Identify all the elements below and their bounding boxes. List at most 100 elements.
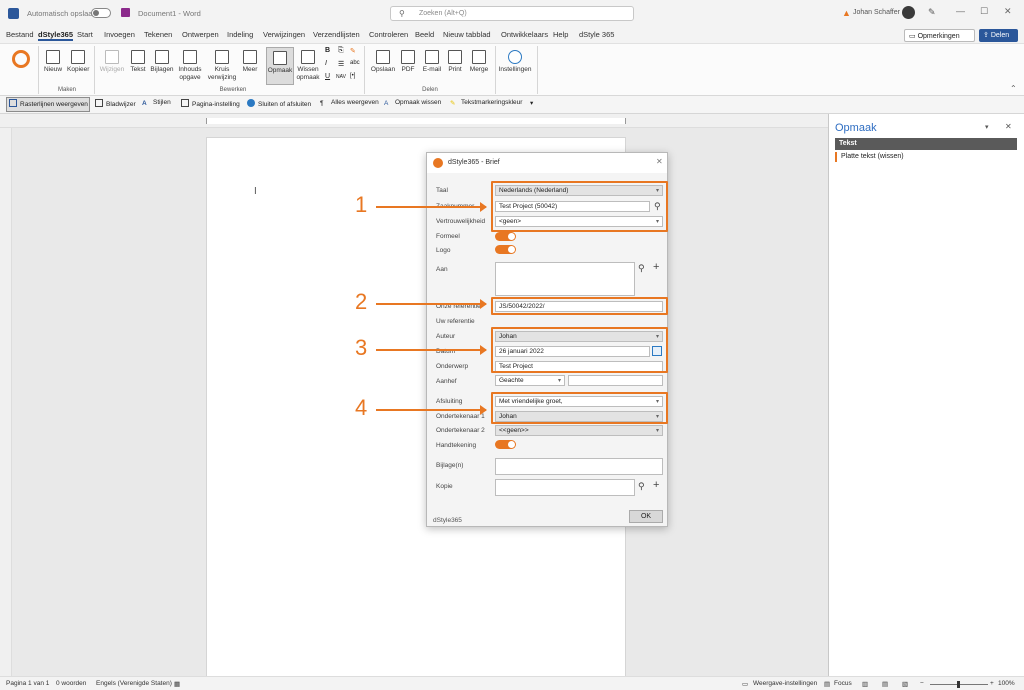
dialog-close-icon[interactable]: ✕: [656, 157, 663, 166]
word-count[interactable]: 0 woorden: [56, 680, 86, 687]
page-count[interactable]: Pagina 1 van 1: [6, 680, 49, 687]
tab-start[interactable]: Start: [77, 30, 93, 39]
kopie-add-icon[interactable]: +: [653, 479, 659, 491]
web-layout-icon[interactable]: ▧: [902, 680, 908, 688]
formeel-toggle[interactable]: [495, 232, 516, 241]
read-mode-icon[interactable]: ▥: [862, 680, 868, 688]
stijlen-button[interactable]: A Stijlen: [142, 99, 171, 108]
save-icon[interactable]: [121, 8, 130, 17]
aan-textarea[interactable]: [495, 262, 635, 296]
tab-ontwikkelaars[interactable]: Ontwikkelaars: [501, 30, 548, 39]
list-icon[interactable]: ☰: [338, 60, 344, 68]
kopieer-button[interactable]: Kopieer: [67, 50, 89, 74]
tab-dstyle-365[interactable]: dStyle 365: [579, 30, 614, 39]
bladwijzer-button[interactable]: Bladwijzer: [95, 99, 136, 108]
tab-dstyle365[interactable]: dStyle365: [38, 30, 74, 41]
collapse-ribbon-icon[interactable]: ⌃: [1010, 84, 1017, 93]
wissen-opmaak-button[interactable]: Wissen opmaak: [296, 50, 320, 82]
share-button[interactable]: ⇪ Delen: [979, 29, 1018, 42]
tab-tekenen[interactable]: Tekenen: [144, 30, 172, 39]
ondertekenaar2-select[interactable]: <<geen>> ▾: [495, 425, 663, 436]
aanhef-name-field[interactable]: [568, 375, 663, 386]
pane-item-platte-tekst[interactable]: Platte tekst (wissen): [835, 152, 1017, 162]
kopie-search-icon[interactable]: ⚲: [638, 481, 645, 492]
tab-beeld[interactable]: Beeld: [415, 30, 434, 39]
zoom-slider[interactable]: [930, 681, 988, 688]
inhoudsopgave-button[interactable]: Inhouds opgave: [177, 50, 203, 82]
focus-icon[interactable]: ▤: [824, 680, 830, 688]
taal-label: Taal: [436, 187, 448, 194]
tab-nieuw-tabblad[interactable]: Nieuw tabblad: [443, 30, 491, 39]
autosave-toggle[interactable]: [91, 8, 111, 18]
aan-add-icon[interactable]: +: [653, 261, 659, 273]
pagina-instelling-button[interactable]: Pagina-instelling: [181, 99, 240, 108]
dropdown-arrow-icon[interactable]: ▾: [530, 99, 533, 107]
sluiten-button[interactable]: Sluiten of afsluiten: [247, 99, 311, 108]
logo-toggle[interactable]: [495, 245, 516, 254]
opmaak-wissen-button[interactable]: A Opmaak wissen: [384, 99, 441, 108]
tab-verwijzingen[interactable]: Verwijzingen: [263, 30, 305, 39]
handtekening-toggle[interactable]: [495, 440, 516, 449]
tab-controleren[interactable]: Controleren: [369, 30, 408, 39]
bijlagen-field[interactable]: [495, 458, 663, 475]
pane-options-icon[interactable]: ▾: [985, 123, 989, 131]
bijlagen-button[interactable]: Bijlagen: [150, 50, 174, 74]
ok-button[interactable]: OK: [629, 510, 663, 523]
email-button[interactable]: E-mail: [420, 50, 444, 74]
minimize-icon[interactable]: —: [956, 6, 965, 16]
bold-button[interactable]: B: [325, 47, 330, 54]
kopie-field[interactable]: [495, 479, 635, 496]
tab-ontwerpen[interactable]: Ontwerpen: [182, 30, 219, 39]
vertical-ruler[interactable]: [0, 128, 12, 676]
accessibility-icon[interactable]: ▦: [174, 680, 180, 688]
nieuw-button[interactable]: Nieuw: [44, 50, 62, 74]
tekstmarkeringskleur-button[interactable]: ✎ Tekstmarkeringskleur: [450, 99, 522, 107]
kruisverwijzing-button[interactable]: Kruis verwijzing: [206, 50, 238, 82]
field-button[interactable]: [•]: [350, 73, 355, 79]
tab-bestand[interactable]: Bestand: [6, 30, 34, 39]
comments-button[interactable]: ▭ Opmerkingen: [904, 29, 975, 42]
meer-button[interactable]: Meer: [241, 50, 259, 74]
underline-button[interactable]: U: [325, 73, 330, 80]
avatar[interactable]: [902, 6, 915, 19]
tekst-button[interactable]: Tekst: [128, 50, 148, 74]
zoom-level[interactable]: 100%: [998, 680, 1015, 687]
aan-search-icon[interactable]: ⚲: [638, 263, 645, 274]
italic-button[interactable]: I: [325, 60, 327, 67]
tab-invoegen[interactable]: Invoegen: [104, 30, 135, 39]
print-button[interactable]: Print: [446, 50, 464, 74]
close-doc-icon: [247, 99, 255, 107]
nav-button[interactable]: NAV: [336, 74, 346, 80]
opslaan-button[interactable]: Opslaan: [370, 50, 396, 74]
rasterlijnen-button[interactable]: Rasterlijnen weergeven: [9, 99, 88, 108]
view-settings[interactable]: Weergave-instellingen: [753, 680, 817, 687]
page-icon[interactable]: ⎘: [338, 47, 344, 55]
horizontal-ruler[interactable]: [0, 114, 828, 128]
user-name[interactable]: Johan Schaffer: [853, 9, 900, 16]
tab-help[interactable]: Help: [553, 30, 568, 39]
aanhef-select[interactable]: Geachte ▾: [495, 375, 565, 386]
search-box[interactable]: ⚲ Zoeken (Alt+Q): [390, 6, 634, 21]
zoom-in-icon[interactable]: +: [990, 680, 994, 687]
abc-button[interactable]: abc: [350, 60, 360, 66]
alles-weergeven-button[interactable]: ¶ Alles weergeven: [320, 99, 379, 108]
maximize-icon[interactable]: ☐: [980, 6, 988, 17]
pane-close-icon[interactable]: ✕: [1005, 122, 1012, 131]
highlight-icon[interactable]: ✎: [350, 47, 356, 55]
opmaak-button[interactable]: Opmaak: [266, 47, 294, 85]
close-icon[interactable]: ✕: [1004, 6, 1012, 17]
tab-verzendlijsten[interactable]: Verzendlijsten: [313, 30, 360, 39]
merge-button[interactable]: Merge: [468, 50, 490, 74]
pdf-button[interactable]: PDF: [399, 50, 417, 74]
language[interactable]: Engels (Verenigde Staten): [96, 680, 172, 687]
wijzigen-button[interactable]: Wijzigen: [99, 50, 125, 74]
dstyle-logo-icon[interactable]: [12, 50, 30, 68]
view-settings-icon[interactable]: ▭: [742, 680, 748, 688]
zoom-out-icon[interactable]: −: [920, 680, 924, 687]
focus-label[interactable]: Focus: [834, 680, 852, 687]
instellingen-button[interactable]: Instellingen: [497, 50, 533, 74]
autosave-label: Automatisch opslaan: [27, 9, 97, 18]
pen-icon[interactable]: ✎: [928, 7, 936, 18]
tab-indeling[interactable]: Indeling: [227, 30, 253, 39]
print-layout-icon[interactable]: ▤: [882, 680, 888, 688]
